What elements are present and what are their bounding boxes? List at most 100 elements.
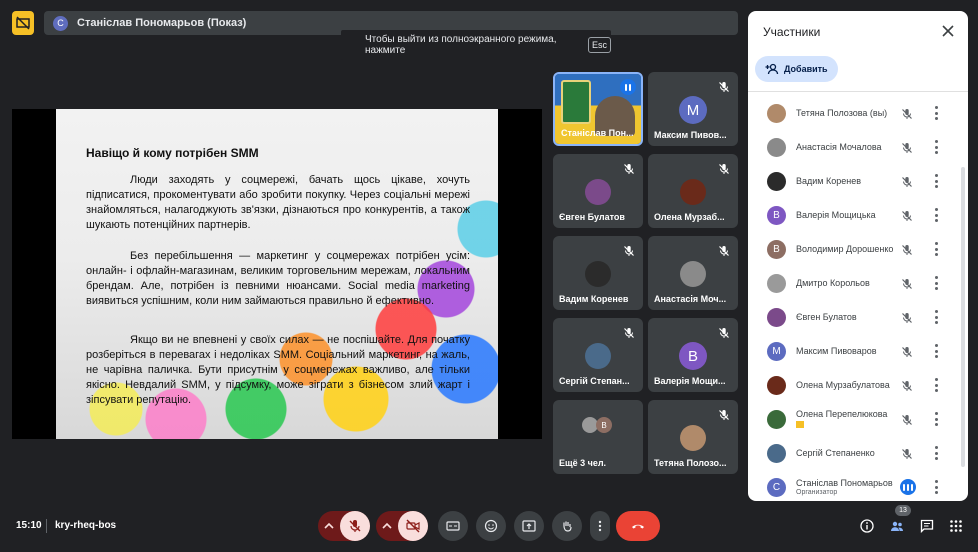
participant-name: Вадим Коренев [796, 176, 861, 186]
avatar [585, 343, 611, 369]
camera-toggle-button[interactable] [398, 511, 428, 541]
participant-row[interactable]: B Валерія Мощицька [748, 198, 958, 232]
more-vert-icon[interactable] [934, 378, 938, 392]
participant-row[interactable]: Вадим Коренев [748, 164, 958, 198]
video-tile[interactable]: Станіслав Пон... [553, 72, 643, 146]
mic-off-icon [349, 520, 361, 532]
info-icon[interactable] [860, 519, 874, 533]
reactions-button[interactable] [476, 511, 506, 541]
avatar: B [596, 417, 612, 433]
mic-off-icon[interactable] [901, 277, 913, 289]
video-tile[interactable]: Анастасія Моч... [648, 236, 738, 310]
mic-off-icon[interactable] [901, 447, 913, 459]
participant-name-wrap: Анастасія Мочалова [796, 142, 896, 152]
participant-row[interactable]: Олена Перепелюкова [748, 402, 958, 436]
video-tile[interactable]: B Ещё 3 чел. [553, 400, 643, 474]
divider [748, 91, 968, 92]
close-icon[interactable] [942, 25, 954, 37]
participant-name-wrap: Станіслав Пономарьов Организатор [796, 478, 896, 496]
speaking-icon [620, 79, 636, 95]
mic-off-icon[interactable] [901, 345, 913, 357]
mic-toggle-button[interactable] [340, 511, 370, 541]
mic-off-icon[interactable] [901, 175, 913, 187]
participant-row[interactable]: Тетяна Полозова (вы) [748, 96, 958, 130]
more-vert-icon[interactable] [934, 106, 938, 120]
mic-off-icon[interactable] [901, 379, 913, 391]
more-options-button[interactable] [590, 511, 610, 541]
participant-name-wrap: Тетяна Полозова (вы) [796, 108, 896, 118]
video-tile[interactable]: M Максим Пивов... [648, 72, 738, 146]
more-vert-icon[interactable] [934, 242, 938, 256]
raise-hand-button[interactable] [552, 511, 582, 541]
mic-off-icon[interactable] [901, 413, 913, 425]
more-vert-icon[interactable] [934, 480, 938, 494]
video-tile[interactable]: Сергій Степан... [553, 318, 643, 392]
chat-icon[interactable] [920, 519, 934, 533]
mic-off-icon [718, 326, 730, 338]
more-vert-icon[interactable] [934, 208, 938, 222]
camera-options-button[interactable] [376, 511, 398, 541]
slide: Навіщо й кому потрібен SMM Люди заходять… [56, 109, 498, 439]
participant-row[interactable]: Євген Булатов [748, 300, 958, 334]
more-vert-icon[interactable] [934, 344, 938, 358]
video-tile[interactable]: Євген Булатов [553, 154, 643, 228]
hand-icon [563, 521, 572, 532]
esc-key: Esc [587, 37, 611, 53]
more-vert-icon[interactable] [934, 276, 938, 290]
participant-name-wrap: Володимир Дорошенко [796, 244, 896, 254]
more-vert-icon[interactable] [934, 446, 938, 460]
fullscreen-hint-text: Чтобы выйти из полноэкранного режима, на… [365, 34, 557, 56]
mic-off-icon [718, 244, 730, 256]
participant-name: Сергій Степаненко [796, 448, 875, 458]
mic-off-icon[interactable] [901, 311, 913, 323]
mic-off-icon[interactable] [901, 107, 913, 119]
video-tile[interactable]: Тетяна Полозо... [648, 400, 738, 474]
participant-name-wrap: Максим Пивоваров [796, 346, 896, 356]
activities-icon[interactable] [949, 519, 963, 533]
present-stop-icon[interactable] [12, 11, 34, 35]
mic-off-icon [718, 80, 730, 92]
end-call-button[interactable] [616, 511, 660, 541]
mic-off-icon[interactable] [901, 243, 913, 255]
participant-row[interactable]: С Станіслав Пономарьов Организатор [748, 470, 958, 501]
video-tile[interactable]: Олена Мурзаб... [648, 154, 738, 228]
add-participant-button[interactable]: Добавить [755, 56, 838, 82]
participant-row[interactable]: Дмитро Корольов [748, 266, 958, 300]
participant-row[interactable]: Олена Мурзабулатова [748, 368, 958, 402]
participant-name: Євген Булатов [796, 312, 857, 322]
mic-off-icon[interactable] [901, 141, 913, 153]
avatar [767, 171, 786, 191]
avatar [767, 375, 786, 395]
participant-name: Володимир Дорошенко [796, 244, 894, 254]
participant-row[interactable]: Сергій Степаненко [748, 436, 958, 470]
video-tile[interactable]: B Валерія Мощи... [648, 318, 738, 392]
participant-name: Олена Перепелюкова [796, 408, 888, 419]
more-vert-icon[interactable] [934, 310, 938, 324]
participant-row[interactable]: M Максим Пивоваров [748, 334, 958, 368]
video-tile[interactable]: Вадим Коренев [553, 236, 643, 310]
more-vert-icon[interactable] [934, 174, 938, 188]
present-button[interactable] [514, 511, 544, 541]
panel-title: Участники [763, 25, 821, 39]
chevron-up-icon [382, 522, 392, 529]
participant-row[interactable]: B Володимир Дорошенко [748, 232, 958, 266]
captions-icon [446, 521, 460, 531]
more-vert-icon[interactable] [934, 140, 938, 154]
end-call-icon [632, 524, 644, 529]
captions-button[interactable] [438, 511, 468, 541]
slide-paragraph: Люди заходять у соцмережі, бачать щось ц… [86, 174, 470, 231]
participant-row[interactable]: Анастасія Мочалова [748, 130, 958, 164]
participant-name-wrap: Олена Перепелюкова [796, 409, 896, 430]
presentation-stage: Навіщо й кому потрібен SMM Люди заходять… [12, 109, 542, 439]
scrollbar[interactable] [961, 167, 965, 467]
mic-options-button[interactable] [318, 511, 340, 541]
slide-title: Навіщо й кому потрібен SMM [86, 146, 259, 160]
people-icon[interactable] [890, 519, 904, 533]
bottom-bar: 15:10 kry-rheq-bos [0, 505, 978, 552]
tile-name: Вадим Коренев [559, 294, 629, 304]
more-vert-icon[interactable] [934, 412, 938, 426]
participant-name-wrap: Валерія Мощицька [796, 210, 896, 220]
mic-off-icon[interactable] [901, 209, 913, 221]
mic-off-icon [623, 162, 635, 174]
avatar: M [767, 341, 786, 361]
